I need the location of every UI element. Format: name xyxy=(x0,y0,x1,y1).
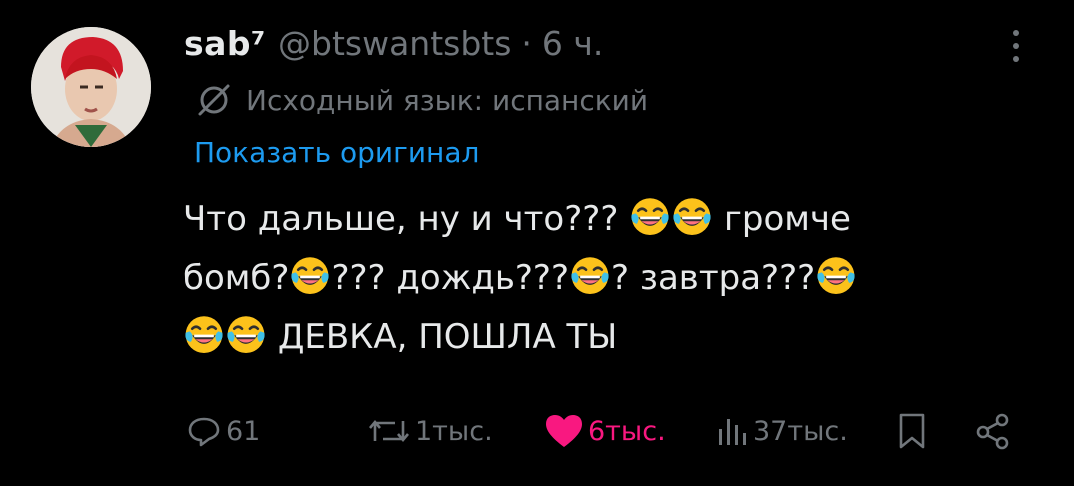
avatar-image xyxy=(31,27,151,147)
more-dot xyxy=(1013,30,1019,36)
post-text-line-1: Что дальше, ну и что??? громче xyxy=(183,190,1043,249)
joy-emoji-icon xyxy=(629,195,671,237)
post-text-line-3: ДЕВКА, ПОШЛА ТЫ xyxy=(183,308,1043,367)
joy-emoji-icon xyxy=(183,313,225,355)
retweet-count: 1тыс. xyxy=(415,415,493,447)
translation-notice: Исходный язык: испанский xyxy=(196,82,648,118)
post-header: sab⁷ @btswantsbts · 6 ч. xyxy=(184,24,603,68)
action-bar: 61 1тыс. 6тыс. 37тыс. xyxy=(0,406,1074,456)
more-dot xyxy=(1013,56,1019,62)
reply-button[interactable]: 61 xyxy=(186,406,260,456)
heart-filled-icon xyxy=(546,415,582,447)
post-text-line-2: бомб? ??? дождь??? ? завтра??? xyxy=(183,249,1043,308)
joy-emoji-icon xyxy=(289,254,331,296)
text-segment: Что дальше, ну и что??? xyxy=(183,199,619,239)
post-text: Что дальше, ну и что??? громче бомб? ??? … xyxy=(183,190,1043,367)
post-time[interactable]: 6 ч. xyxy=(542,24,603,63)
show-original-link[interactable]: Показать оригинал xyxy=(194,136,479,169)
share-button[interactable] xyxy=(974,406,1014,456)
views-button[interactable]: 37тыс. xyxy=(713,406,848,456)
share-nodes-icon xyxy=(976,413,1009,450)
views-count: 37тыс. xyxy=(753,415,848,447)
retweet-button[interactable]: 1тыс. xyxy=(367,406,493,456)
avatar[interactable] xyxy=(31,27,151,147)
joy-emoji-icon xyxy=(225,313,267,355)
more-options-button[interactable] xyxy=(1006,30,1026,74)
text-segment: громче xyxy=(724,199,851,239)
separator-dot: · xyxy=(521,24,532,63)
bookmark-button[interactable] xyxy=(896,406,928,456)
speech-bubble-icon xyxy=(188,417,220,447)
retweet-arrows-icon xyxy=(369,419,409,443)
text-segment: ? завтра??? xyxy=(611,258,816,298)
reply-count: 61 xyxy=(226,415,261,447)
user-handle[interactable]: @btswantsbts xyxy=(278,24,511,63)
text-segment: ДЕВКА, ПОШЛА ТЫ xyxy=(277,317,618,357)
display-name[interactable]: sab⁷ xyxy=(184,24,266,63)
globe-slash-icon xyxy=(198,84,230,116)
more-dot xyxy=(1013,43,1019,49)
bookmark-icon xyxy=(899,413,925,449)
joy-emoji-icon xyxy=(569,254,611,296)
like-button[interactable]: 6тыс. xyxy=(544,406,666,456)
joy-emoji-icon xyxy=(671,195,713,237)
bar-chart-icon xyxy=(719,419,746,445)
text-segment: ??? дождь??? xyxy=(331,258,570,298)
translation-label: Исходный язык: испанский xyxy=(246,83,649,117)
joy-emoji-icon xyxy=(815,254,857,296)
text-segment: бомб? xyxy=(183,258,290,298)
like-count: 6тыс. xyxy=(588,415,666,447)
